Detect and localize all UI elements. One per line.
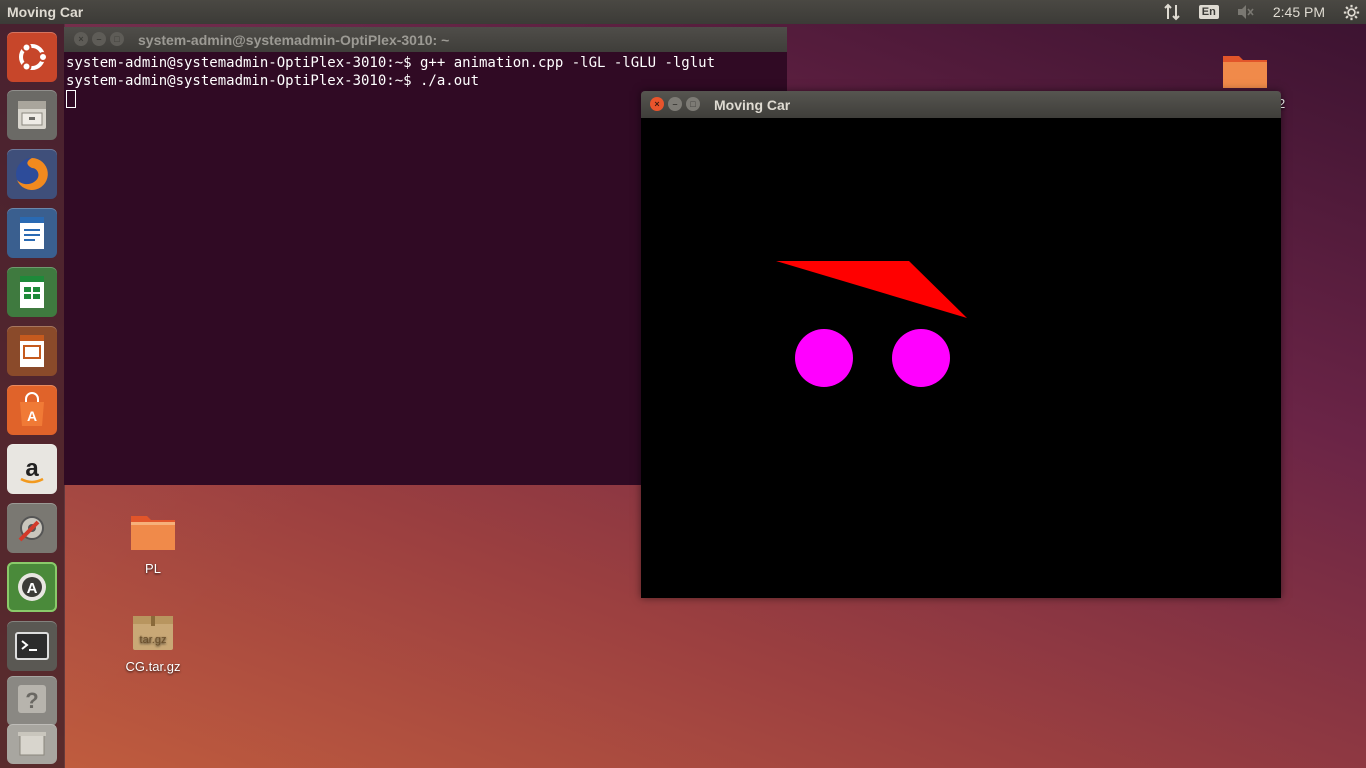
volume-muted-icon[interactable] <box>1237 4 1255 20</box>
folder-icon <box>1223 56 1267 88</box>
opengl-canvas[interactable] <box>641 118 1281 598</box>
top-panel: Moving Car En 2:45 PM <box>0 0 1366 24</box>
writer-icon[interactable] <box>7 208 57 258</box>
terminal-titlebar[interactable]: × – □ system-admin@systemadmin-OptiPlex-… <box>64 27 787 52</box>
svg-text:?: ? <box>25 688 38 713</box>
archive-icon: tar.gz <box>133 616 173 650</box>
archive-badge: tar.gz <box>140 634 167 646</box>
terminal-line: system-admin@systemadmin-OptiPlex-3010:~… <box>66 55 716 71</box>
minimize-icon[interactable]: – <box>668 97 682 111</box>
desktop-folder-pl[interactable]: PL <box>113 512 193 576</box>
trash-icon[interactable] <box>7 724 57 764</box>
firefox-icon[interactable] <box>7 149 57 199</box>
launcher: A a A ? <box>0 24 65 768</box>
desktop-icon-label: CG.tar.gz <box>125 659 181 674</box>
car-window-titlebar[interactable]: × – □ Moving Car <box>641 91 1281 118</box>
moving-car-window[interactable]: × – □ Moving Car <box>641 91 1281 598</box>
terminal-line: system-admin@systemadmin-OptiPlex-3010:~… <box>66 73 480 89</box>
car-window-title: Moving Car <box>714 97 791 113</box>
minimize-icon[interactable]: – <box>92 32 106 46</box>
impress-icon[interactable] <box>7 326 57 376</box>
settings-wrench-icon[interactable] <box>7 503 57 553</box>
terminal-title: system-admin@systemadmin-OptiPlex-3010: … <box>138 32 450 48</box>
ubuntu-logo-icon[interactable] <box>7 32 57 82</box>
terminal-icon[interactable] <box>7 621 57 671</box>
text-cursor <box>66 90 76 108</box>
close-icon[interactable]: × <box>650 97 664 111</box>
help-icon[interactable]: ? <box>7 676 57 726</box>
car-wheel-left <box>795 329 853 387</box>
svg-text:a: a <box>25 455 39 482</box>
car-body <box>776 261 967 318</box>
indicator-area: En 2:45 PM <box>1154 0 1366 24</box>
shopping-bag-icon[interactable]: A <box>7 385 57 435</box>
close-icon[interactable]: × <box>74 32 88 46</box>
keyboard-language-indicator[interactable]: En <box>1198 5 1219 19</box>
terminal-output[interactable]: system-admin@systemadmin-OptiPlex-3010:~… <box>66 54 715 110</box>
calc-icon[interactable] <box>7 267 57 317</box>
desktop-folder-2[interactable] <box>1205 50 1285 93</box>
maximize-icon[interactable]: □ <box>686 97 700 111</box>
maximize-icon[interactable]: □ <box>110 32 124 46</box>
car-wheel-right <box>892 329 950 387</box>
clock[interactable]: 2:45 PM <box>1273 4 1325 20</box>
active-window-title: Moving Car <box>7 4 84 20</box>
settings-gear-icon[interactable] <box>1343 4 1360 21</box>
car-scene <box>776 261 967 387</box>
file-cabinet-icon[interactable] <box>7 90 57 140</box>
desktop-icon-label: PL <box>145 561 161 576</box>
updater-icon[interactable]: A <box>7 562 57 612</box>
network-arrows-icon[interactable] <box>1163 3 1181 21</box>
desktop-archive-cg[interactable]: tar.gz CG.tar.gz <box>113 612 193 674</box>
language-badge: En <box>1198 5 1219 19</box>
svg-text:A: A <box>27 580 38 597</box>
folder-icon <box>131 516 175 550</box>
amazon-icon[interactable]: a <box>7 444 57 494</box>
svg-text:A: A <box>27 408 37 424</box>
